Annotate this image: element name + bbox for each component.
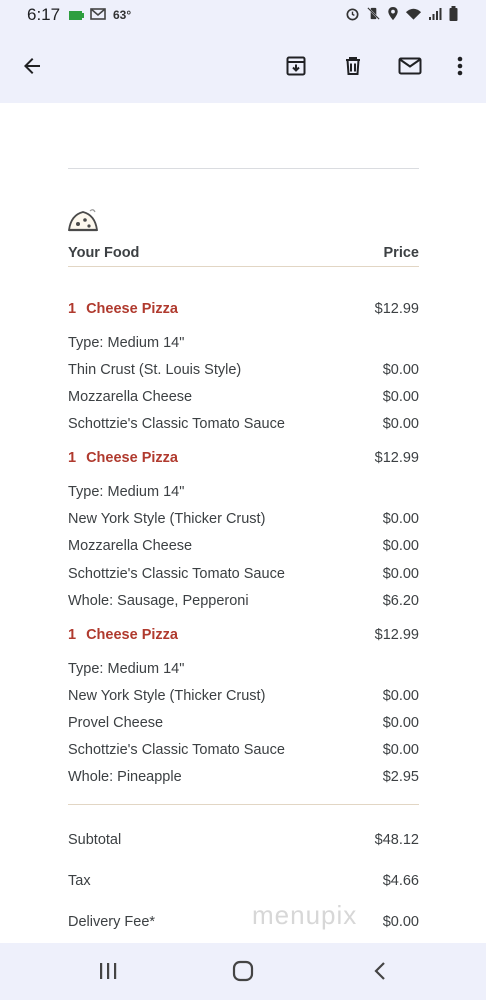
mail-notification-icon bbox=[90, 7, 108, 26]
item-option: Mozzarella Cheese $0.00 bbox=[68, 389, 419, 405]
item-type: Type: Medium 14" bbox=[68, 484, 185, 500]
item-type: Type: Medium 14" bbox=[68, 661, 185, 677]
option-price: $0.00 bbox=[382, 389, 419, 405]
option-label: New York Style (Thicker Crust) bbox=[68, 511, 266, 527]
item-option: New York Style (Thicker Crust) $0.00 bbox=[68, 688, 419, 704]
signal-icon bbox=[428, 7, 443, 26]
item-quantity: 1 bbox=[68, 450, 77, 466]
receipt-header: Your Food Price bbox=[68, 245, 419, 261]
tax-label: Tax bbox=[68, 873, 91, 889]
delivery-fee-label: Delivery Fee* bbox=[68, 914, 156, 930]
order-item: 1 Cheese Pizza $12.99 bbox=[68, 301, 419, 317]
delivery-fee-row: Delivery Fee* $0.00 bbox=[68, 914, 419, 930]
watermark: menupix bbox=[252, 900, 358, 930]
divider bbox=[68, 804, 419, 805]
back-arrow-icon[interactable] bbox=[12, 46, 52, 86]
item-name: Cheese Pizza bbox=[86, 301, 178, 317]
divider bbox=[68, 168, 419, 169]
order-item: 1 Cheese Pizza $12.99 bbox=[68, 627, 419, 643]
option-label: Provel Cheese bbox=[68, 715, 164, 731]
battery-icon bbox=[449, 6, 458, 26]
option-label: Mozzarella Cheese bbox=[68, 538, 193, 554]
status-time: 6:17 bbox=[27, 5, 61, 24]
option-price: $0.00 bbox=[382, 742, 419, 758]
more-vert-icon[interactable] bbox=[440, 46, 480, 86]
item-quantity: 1 bbox=[68, 627, 77, 643]
option-label: Whole: Sausage, Pepperoni bbox=[68, 593, 249, 609]
item-option: Schottzie's Classic Tomato Sauce $0.00 bbox=[68, 742, 419, 758]
item-name: Cheese Pizza bbox=[86, 450, 178, 466]
home-icon[interactable] bbox=[223, 951, 263, 991]
option-price: $0.00 bbox=[382, 688, 419, 704]
delete-icon[interactable] bbox=[333, 46, 373, 86]
subtotal-label: Subtotal bbox=[68, 832, 122, 848]
item-option: Thin Crust (St. Louis Style) $0.00 bbox=[68, 362, 419, 378]
back-icon[interactable] bbox=[360, 951, 400, 991]
app-bar bbox=[0, 30, 486, 103]
item-option: Whole: Sausage, Pepperoni $6.20 bbox=[68, 593, 419, 609]
option-label: Schottzie's Classic Tomato Sauce bbox=[68, 742, 285, 758]
tax-row: Tax $4.66 bbox=[68, 873, 419, 889]
item-price: $12.99 bbox=[374, 627, 419, 643]
location-icon bbox=[387, 6, 399, 26]
option-price: $6.20 bbox=[382, 593, 419, 609]
status-bar: 6:17 63° bbox=[0, 0, 486, 30]
system-nav-bar bbox=[0, 943, 486, 1000]
item-option: Mozzarella Cheese $0.00 bbox=[68, 538, 419, 554]
item-price: $12.99 bbox=[374, 301, 419, 317]
item-option: Whole: Pineapple $2.95 bbox=[68, 769, 419, 785]
option-price: $0.00 bbox=[382, 362, 419, 378]
tax-value: $4.66 bbox=[382, 873, 419, 889]
mark-unread-icon[interactable] bbox=[390, 46, 430, 86]
subtotal-row: Subtotal $48.12 bbox=[68, 832, 419, 848]
vibrate-off-icon bbox=[366, 6, 381, 26]
delivery-fee-value: $0.00 bbox=[382, 914, 419, 930]
item-option: New York Style (Thicker Crust) $0.00 bbox=[68, 511, 419, 527]
item-option: Schottzie's Classic Tomato Sauce $0.00 bbox=[68, 416, 419, 432]
food-column-label: Your Food bbox=[68, 245, 140, 261]
battery-saver-icon bbox=[68, 8, 84, 26]
item-type: Type: Medium 14" bbox=[68, 335, 185, 351]
option-price: $0.00 bbox=[382, 566, 419, 582]
option-price: $0.00 bbox=[382, 416, 419, 432]
status-temperature: 63° bbox=[113, 8, 132, 22]
option-price: $0.00 bbox=[382, 538, 419, 554]
alarm-icon bbox=[345, 6, 360, 26]
option-label: Whole: Pineapple bbox=[68, 769, 182, 785]
divider bbox=[68, 266, 419, 267]
option-price: $0.00 bbox=[382, 511, 419, 527]
item-option: Schottzie's Classic Tomato Sauce $0.00 bbox=[68, 566, 419, 582]
option-price: $2.95 bbox=[382, 769, 419, 785]
item-option: Provel Cheese $0.00 bbox=[68, 715, 419, 731]
subtotal-value: $48.12 bbox=[374, 832, 419, 848]
item-name: Cheese Pizza bbox=[86, 627, 178, 643]
option-label: Thin Crust (St. Louis Style) bbox=[68, 362, 242, 378]
item-quantity: 1 bbox=[68, 301, 77, 317]
recent-apps-icon[interactable] bbox=[88, 951, 128, 991]
wifi-icon bbox=[405, 7, 422, 26]
option-label: Schottzie's Classic Tomato Sauce bbox=[68, 416, 285, 432]
order-item: 1 Cheese Pizza $12.99 bbox=[68, 450, 419, 466]
email-body: Your Food Price 1 Cheese Pizza $12.99 Typ… bbox=[0, 103, 486, 943]
option-label: Mozzarella Cheese bbox=[68, 389, 193, 405]
pizza-slice-icon bbox=[66, 207, 100, 238]
archive-icon[interactable] bbox=[276, 46, 316, 86]
price-column-label: Price bbox=[383, 245, 419, 261]
option-price: $0.00 bbox=[382, 715, 419, 731]
item-price: $12.99 bbox=[374, 450, 419, 466]
option-label: Schottzie's Classic Tomato Sauce bbox=[68, 566, 285, 582]
option-label: New York Style (Thicker Crust) bbox=[68, 688, 266, 704]
